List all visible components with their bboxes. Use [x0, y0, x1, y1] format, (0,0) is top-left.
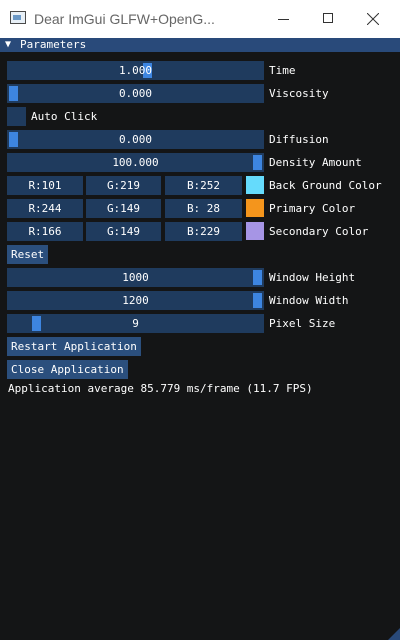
primary-color-g[interactable]: G:149 — [86, 199, 161, 218]
viscosity-slider-grab[interactable] — [9, 86, 18, 101]
secondary-color-label: Secondary Color — [269, 225, 369, 238]
background-color-r[interactable]: R:101 — [7, 176, 83, 195]
auto-click-label: Auto Click — [31, 110, 98, 123]
primary-color-label: Primary Color — [269, 202, 356, 215]
secondary-color-swatch[interactable] — [246, 222, 264, 240]
close-icon — [367, 13, 379, 25]
background-color-g[interactable]: G:219 — [86, 176, 161, 195]
window-title: Dear ImGui GLFW+OpenG... — [34, 11, 215, 27]
density-amount-value: 100.000 — [112, 156, 159, 169]
window-width-slider[interactable]: 1200 — [7, 291, 264, 310]
diffusion-label: Diffusion — [269, 133, 329, 146]
resize-grip[interactable] — [388, 628, 400, 640]
collapse-arrow-icon[interactable]: ▼ — [5, 39, 11, 51]
diffusion-slider-grab[interactable] — [9, 132, 18, 147]
window-height-label: Window Height — [269, 271, 356, 284]
close-application-button[interactable]: Close Application — [7, 360, 128, 379]
panel-title: Parameters — [20, 38, 87, 51]
time-slider[interactable]: 1.000 — [7, 61, 264, 80]
viscosity-value: 0.000 — [118, 87, 153, 100]
window-height-value: 1000 — [122, 271, 149, 284]
maximize-button[interactable] — [305, 0, 351, 38]
auto-click-checkbox[interactable] — [7, 107, 26, 126]
diffusion-value: 0.000 — [118, 133, 153, 146]
pixel-size-slider-grab[interactable] — [32, 316, 41, 331]
parameters-header[interactable]: ▼ Parameters — [0, 38, 400, 52]
primary-color-r[interactable]: R:244 — [7, 199, 83, 218]
pixel-size-label: Pixel Size — [269, 317, 336, 330]
close-button[interactable] — [350, 0, 396, 38]
imgui-window: ▼ Parameters 1.000 Time 0.000 Viscosity … — [0, 38, 400, 640]
window-height-slider[interactable]: 1000 — [7, 268, 264, 287]
window-width-value: 1200 — [122, 294, 149, 307]
pixel-size-slider[interactable]: 9 — [7, 314, 264, 333]
window-width-label: Window Width — [269, 294, 349, 307]
pixel-size-value: 9 — [132, 317, 139, 330]
viscosity-label: Viscosity — [269, 87, 329, 100]
background-color-b[interactable]: B:252 — [165, 176, 242, 195]
secondary-color-b[interactable]: B:229 — [165, 222, 242, 241]
window-height-slider-grab[interactable] — [253, 270, 262, 285]
viscosity-slider[interactable]: 0.000 — [7, 84, 264, 103]
diffusion-slider[interactable]: 0.000 — [7, 130, 264, 149]
density-amount-label: Density Amount — [269, 156, 362, 169]
secondary-color-r[interactable]: R:166 — [7, 222, 83, 241]
time-value: 1.000 — [118, 64, 153, 77]
background-color-label: Back Ground Color — [269, 179, 382, 192]
reset-button[interactable]: Reset — [7, 245, 49, 264]
primary-color-b[interactable]: B: 28 — [165, 199, 242, 218]
secondary-color-g[interactable]: G:149 — [86, 222, 161, 241]
minimize-button[interactable] — [260, 0, 306, 38]
window-titlebar[interactable]: Dear ImGui GLFW+OpenG... — [0, 0, 400, 39]
fps-status-text: Application average 85.779 ms/frame (11.… — [8, 382, 313, 395]
density-amount-slider-grab[interactable] — [253, 155, 262, 170]
primary-color-swatch[interactable] — [246, 199, 264, 217]
time-label: Time — [269, 64, 296, 77]
window-width-slider-grab[interactable] — [253, 293, 262, 308]
density-amount-slider[interactable]: 100.000 — [7, 153, 264, 172]
background-color-swatch[interactable] — [246, 176, 264, 194]
app-icon — [10, 11, 26, 24]
restart-application-button[interactable]: Restart Application — [7, 337, 141, 356]
